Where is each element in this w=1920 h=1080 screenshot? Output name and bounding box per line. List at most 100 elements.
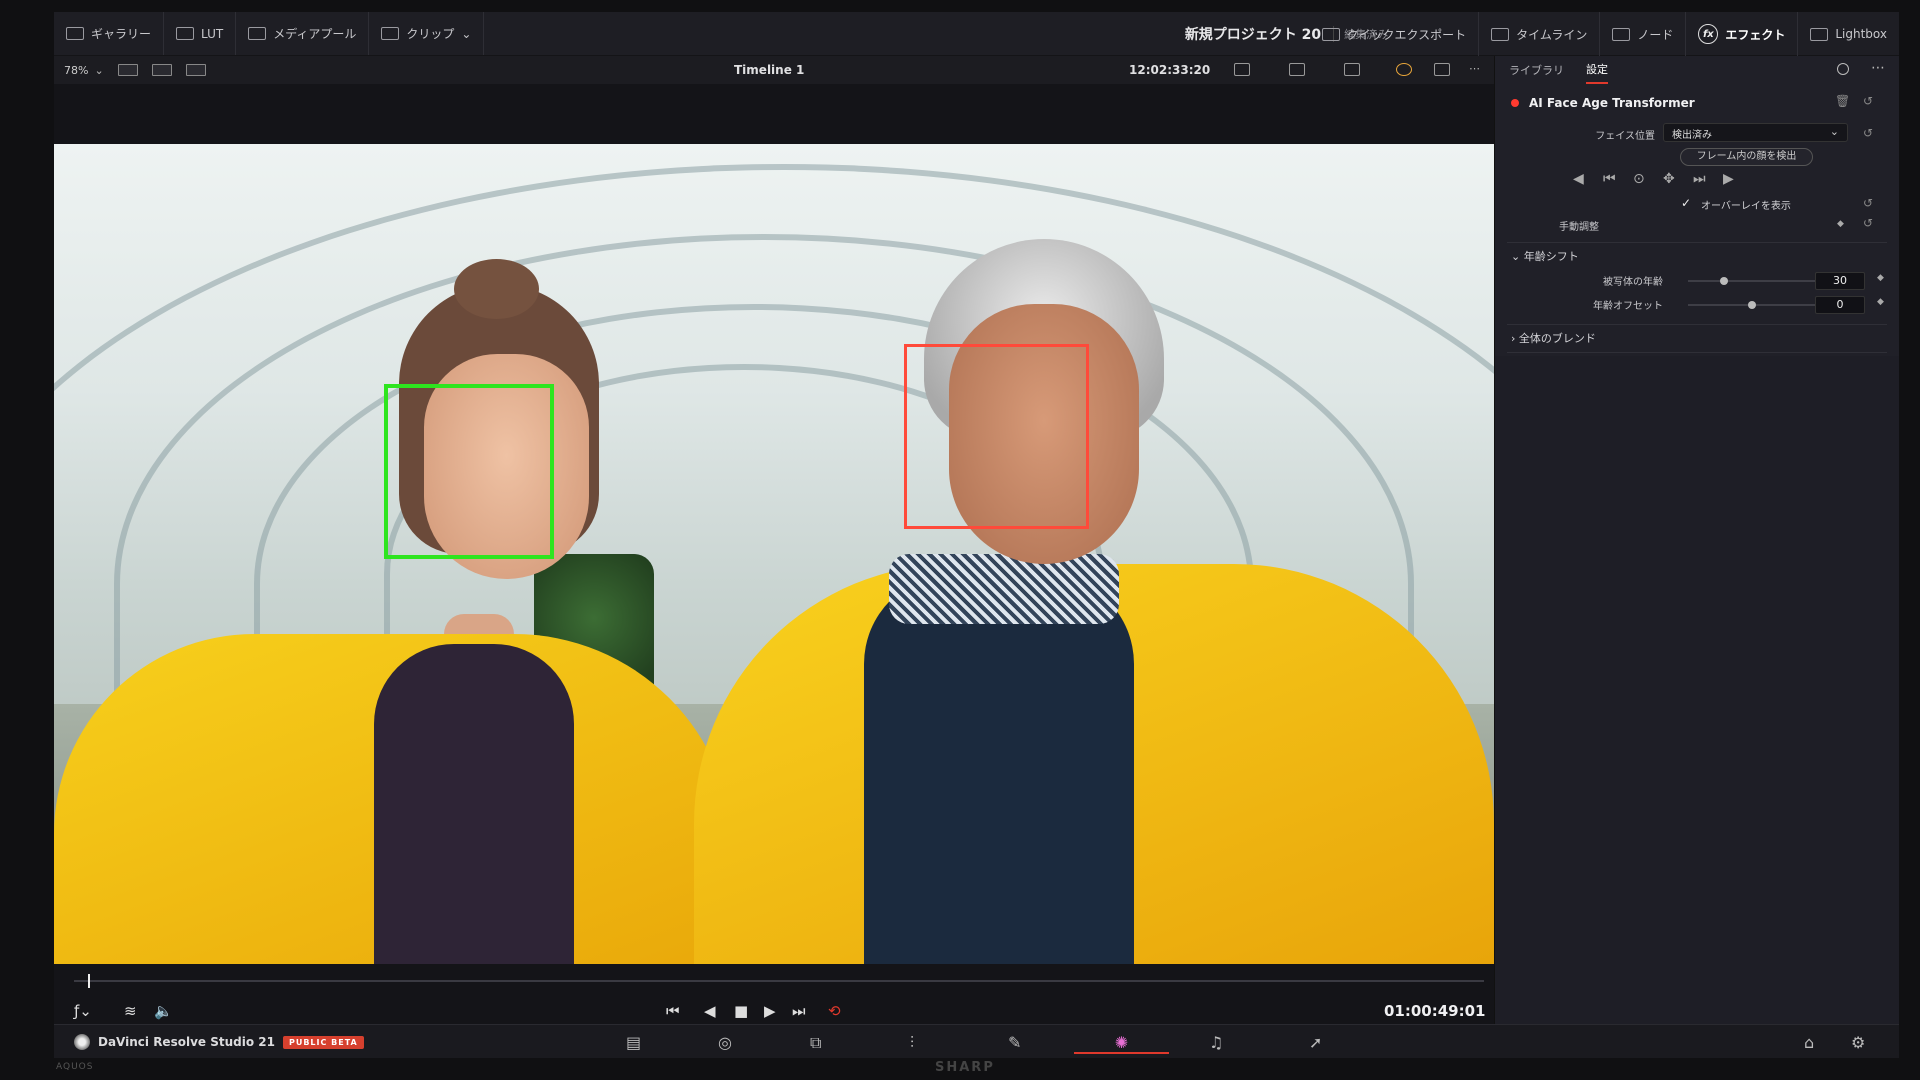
deliver-page-icon[interactable]: ➚ [1309, 1033, 1322, 1052]
volume-icon[interactable]: 🔈 [154, 1002, 173, 1020]
keyframe-icon[interactable]: ◆ [1877, 273, 1884, 283]
track-backward-icon[interactable]: ⊙ [1633, 171, 1645, 187]
loop-button[interactable]: ⟲ [828, 1002, 841, 1020]
nodes-button[interactable]: ノード [1600, 12, 1687, 56]
monitor-brand-left: AQUOS [56, 1062, 94, 1072]
fx-icon: fx [1698, 24, 1719, 44]
viewer-mode-icon[interactable] [1234, 63, 1250, 76]
face-detection-box[interactable] [904, 344, 1089, 529]
fullscreen-icon[interactable] [1434, 63, 1450, 76]
audio-page-icon[interactable]: ♫ [1209, 1033, 1223, 1052]
reset-icon[interactable]: ↺ [1863, 126, 1873, 140]
tab-library[interactable]: ライブラリ [1509, 56, 1564, 84]
go-to-start-button[interactable]: ⏮ [666, 1002, 680, 1020]
viewer [54, 84, 1494, 1024]
keyframe-icon[interactable]: ◆ [1837, 219, 1844, 229]
tab-settings[interactable]: 設定 [1586, 56, 1608, 84]
search-icon[interactable] [1837, 63, 1849, 75]
face-detection-box-selected[interactable] [384, 384, 554, 559]
show-overlay-checkbox[interactable]: ✓ [1681, 196, 1691, 210]
gallery-icon [66, 27, 84, 40]
clips-button[interactable]: クリップ ⌄ [369, 12, 485, 55]
slider-knob[interactable] [1720, 277, 1728, 285]
global-blend-title: 全体のブレンド [1518, 332, 1596, 345]
chevron-down-icon: ⌄ [461, 26, 472, 41]
lut-icon [176, 27, 195, 40]
age-offset-slider[interactable] [1688, 301, 1816, 309]
color-wheel-icon[interactable] [1396, 63, 1412, 76]
export-icon [1321, 27, 1340, 41]
effect-enabled-indicator[interactable] [1511, 99, 1519, 107]
quick-export-label: クイックエクスポート [1346, 27, 1467, 42]
transform-icon[interactable] [1344, 63, 1360, 76]
chevron-down-icon: ⌄ [1511, 250, 1524, 263]
effects-button[interactable]: fx エフェクト [1686, 12, 1799, 56]
resolve-logo-icon [74, 1034, 90, 1050]
trash-icon[interactable]: 🗑 [1835, 94, 1850, 108]
viewer-toolbar: 78% ⌄ Timeline 1 12:02:33:20 ⋯ [54, 56, 1494, 84]
previous-face-button[interactable]: ◀ [1573, 171, 1584, 187]
reverse-play-button[interactable]: ◀ [704, 1002, 716, 1020]
quick-export-button[interactable]: クイックエクスポート [1310, 12, 1480, 56]
chevron-down-icon[interactable]: ⌄ [94, 64, 103, 77]
stop-button[interactable]: ■ [734, 1002, 748, 1020]
zoom-level[interactable]: 78% [64, 64, 88, 77]
home-icon[interactable]: ⌂ [1804, 1033, 1814, 1052]
layers-icon[interactable]: ≋ [124, 1002, 137, 1020]
age-shift-section[interactable]: ⌄ 年齢シフト [1511, 248, 1579, 264]
timeline-button[interactable]: タイムライン [1479, 12, 1601, 56]
go-to-first-icon[interactable]: ⏮ [1603, 171, 1616, 187]
timeline-selector[interactable]: Timeline 1 [734, 63, 804, 77]
face-position-dropdown[interactable]: 検出済み ⌄ [1663, 123, 1848, 142]
reset-icon[interactable]: ↺ [1863, 216, 1873, 230]
overlay-icon[interactable] [1289, 63, 1305, 76]
lightbox-icon [1810, 27, 1829, 41]
fusion-page-icon[interactable]: ⫶ [910, 1033, 914, 1053]
public-beta-badge: PUBLIC BETA [282, 1035, 364, 1049]
effects-inspector-panel: ライブラリ 設定 ⋯ AI Face Age Transformer 🗑 ↺ フ… [1494, 56, 1899, 1024]
video-frame[interactable] [54, 144, 1494, 964]
media-page-icon[interactable]: ▤ [626, 1033, 641, 1052]
subject-age-slider[interactable] [1688, 277, 1816, 285]
split-view-icon[interactable] [185, 64, 206, 76]
keyframe-icon[interactable]: ◆ [1877, 297, 1884, 307]
reset-icon[interactable]: ↺ [1863, 196, 1873, 210]
grid-view-icon[interactable] [151, 64, 172, 76]
more-options-icon[interactable]: ⋯ [1871, 60, 1885, 76]
fx-icon[interactable]: ƒ⌄ [74, 1002, 92, 1020]
reset-icon[interactable]: ↺ [1863, 94, 1873, 108]
age-shift-title: 年齢シフト [1523, 250, 1579, 263]
detect-faces-button[interactable]: フレーム内の顔を検出 [1680, 148, 1813, 166]
timecode-display[interactable]: 12:02:33:20 [1129, 63, 1210, 77]
fairlight-wand-icon[interactable]: ✎ [1008, 1033, 1021, 1052]
more-options-icon[interactable]: ⋯ [1469, 62, 1480, 75]
media-pool-button[interactable]: メディアプール [236, 12, 370, 55]
cut-page-icon[interactable]: ◎ [718, 1033, 732, 1052]
lightbox-label: Lightbox [1835, 27, 1887, 41]
scrub-bar[interactable] [74, 980, 1484, 982]
color-page-icon[interactable]: ✺ [1074, 1033, 1169, 1054]
global-blend-section[interactable]: › 全体のブレンド [1511, 330, 1596, 346]
lut-button[interactable]: LUT [164, 12, 237, 55]
timeline-icon [1491, 27, 1510, 41]
effect-header[interactable]: AI Face Age Transformer [1511, 92, 1891, 114]
edit-page-icon[interactable]: ⧉ [810, 1033, 821, 1053]
track-icon[interactable]: ✥ [1663, 171, 1675, 187]
play-button[interactable]: ▶ [764, 1002, 776, 1020]
slider-knob[interactable] [1748, 301, 1756, 309]
subject-age-input[interactable]: 30 [1815, 272, 1865, 290]
go-to-end-button[interactable]: ⏭ [792, 1002, 806, 1020]
timeline-label: タイムライン [1516, 27, 1588, 42]
single-view-icon[interactable] [117, 64, 138, 76]
next-face-button[interactable]: ▶ [1723, 171, 1734, 187]
lightbox-button[interactable]: Lightbox [1798, 12, 1899, 56]
go-to-last-icon[interactable]: ⏭ [1693, 171, 1706, 187]
woman-sweater [374, 644, 574, 964]
settings-gear-icon[interactable]: ⚙ [1851, 1033, 1865, 1052]
woman-hair-bun [454, 259, 539, 319]
playhead[interactable] [88, 974, 91, 988]
media-pool-icon [248, 27, 267, 40]
gallery-button[interactable]: ギャラリー [54, 12, 165, 55]
nodes-icon [1612, 27, 1631, 41]
age-offset-input[interactable]: 0 [1815, 296, 1865, 314]
